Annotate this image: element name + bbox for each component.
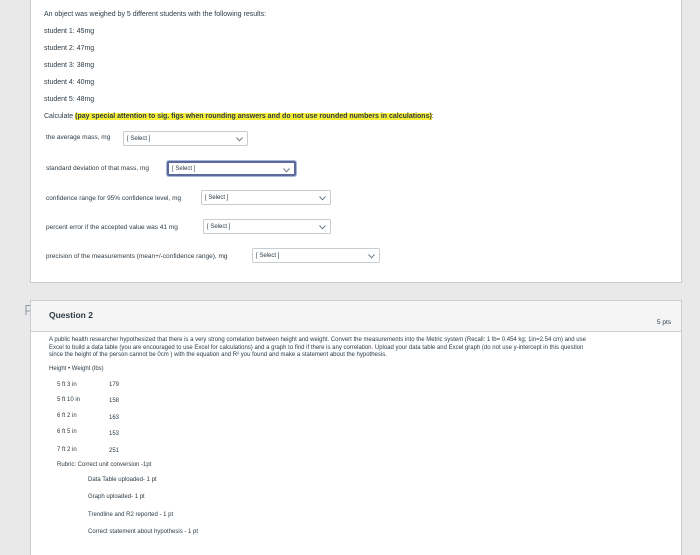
select-value: [ Select ] (207, 224, 231, 230)
weight-cell: 179 (109, 382, 120, 388)
calculate-suffix: : (431, 113, 434, 120)
chevron-down-icon (236, 132, 243, 142)
student-result: student 5: 48mg (44, 96, 95, 103)
prompt-line: A public health researcher hypothesized … (49, 337, 586, 343)
question-2-panel: Question 2 5 pts A public health researc… (30, 300, 682, 555)
weight-cell: 153 (109, 431, 120, 437)
precision-select[interactable]: [ Select ] (252, 248, 380, 263)
select-value: [ Select ] (127, 136, 151, 142)
field-label-average: the average mass, mg (46, 134, 111, 141)
student-result: student 3: 38mg (44, 62, 95, 69)
question-2-header: Question 2 5 pts (31, 301, 681, 332)
select-value: [ Select ] (172, 166, 196, 172)
height-cell: 5 ft 3 in (57, 382, 77, 388)
rubric-item: Graph uploaded- 1 pt (88, 494, 145, 500)
height-cell: 6 ft 2 in (57, 413, 77, 419)
weight-cell: 163 (109, 415, 120, 421)
student-result: student 4: 40mg (44, 79, 95, 86)
select-value: [ Select ] (205, 195, 229, 201)
weight-cell: 251 (109, 448, 120, 454)
prompt-line: since the height of the person cannot be… (49, 352, 387, 358)
field-label-percent-error: percent error if the accepted value was … (46, 224, 178, 231)
rubric-title: Rubric: Correct unit conversion -1pt (57, 462, 152, 468)
student-result: student 1: 45mg (44, 28, 95, 35)
question-2-title: Question 2 (49, 310, 93, 320)
percent-error-select[interactable]: [ Select ] (203, 219, 331, 234)
question-2-prompt: A public health researcher hypothesized … (49, 337, 674, 360)
field-label-precision: precision of the measurements (mean+/-co… (46, 253, 228, 260)
question-1-intro: An object was weighed by 5 different stu… (44, 11, 267, 18)
height-cell: 5 ft 10 in (57, 397, 81, 403)
select-value: [ Select ] (256, 253, 280, 259)
calculate-prefix: Calculate (44, 113, 76, 120)
weight-cell: 158 (109, 398, 120, 404)
height-cell: 7 ft 2 in (57, 447, 77, 453)
table-header: Height • Weight (lbs) (49, 366, 104, 372)
question-1-panel: An object was weighed by 5 different stu… (30, 0, 682, 283)
field-label-std-dev: standard deviation of that mass, mg (46, 165, 149, 172)
height-cell: 6 ft 5 in (57, 429, 77, 435)
rubric-item: Trendline and R2 reported - 1 pt (88, 512, 174, 518)
calculate-instruction: Calculate (pay special attention to sig.… (44, 113, 434, 120)
prompt-line: Excel to build a data table (you are enc… (49, 344, 584, 351)
student-result: student 2: 47mg (44, 45, 95, 52)
question-2-points: 5 pts (656, 319, 671, 326)
rubric-item: Correct statement about hypothesis - 1 p… (88, 529, 199, 535)
confidence-range-select[interactable]: [ Select ] (201, 190, 331, 205)
field-label-confidence: confidence range for 95% confidence leve… (46, 195, 182, 202)
chevron-down-icon (319, 191, 326, 201)
chevron-down-icon (283, 163, 290, 173)
average-mass-select[interactable]: [ Select ] (123, 131, 248, 146)
chevron-down-icon (368, 249, 375, 259)
std-dev-select[interactable]: [ Select ] (167, 161, 296, 176)
chevron-down-icon (319, 220, 326, 230)
rubric-item: Data Table uploaded- 1 pt (88, 477, 157, 483)
calculate-highlight: (pay special attention to sig. figs when… (75, 113, 432, 120)
